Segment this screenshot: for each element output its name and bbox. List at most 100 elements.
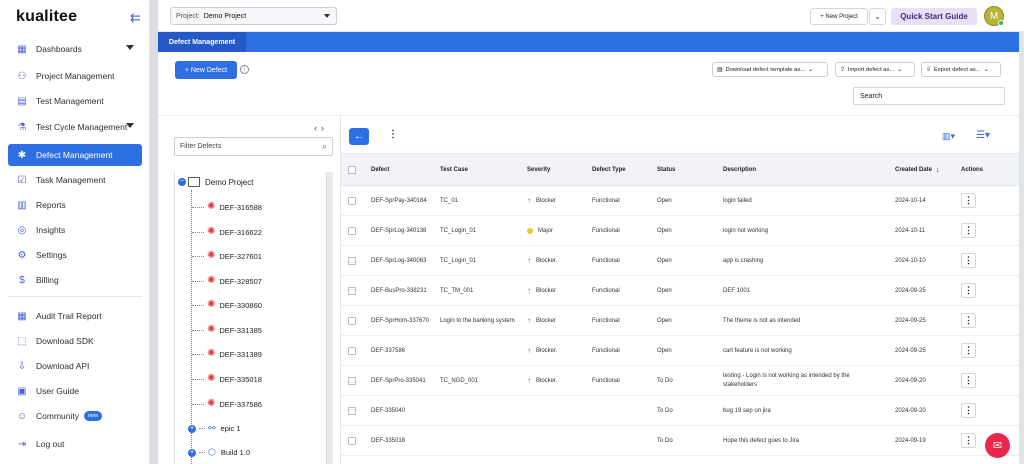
sidebar-item-user-guide[interactable]: ▣ User Guide bbox=[8, 380, 142, 402]
table-row[interactable]: DEF-SprPay-340184 TC_01 ↑ Blocker Functio… bbox=[341, 186, 1019, 216]
sidebar-item-dashboards[interactable]: ▦ Dashboards bbox=[8, 38, 142, 60]
page-scrollbar[interactable] bbox=[1019, 32, 1024, 464]
sidebar-item-test-management[interactable]: ▤ Test Management bbox=[8, 90, 142, 112]
row-checkbox[interactable] bbox=[348, 377, 356, 385]
sidebar-item-task-management[interactable]: ☑ Task Management bbox=[8, 169, 142, 191]
cell-defect[interactable]: DEF-SprLog-340138 bbox=[371, 216, 437, 246]
sidebar-item-community[interactable]: ☺ Community new bbox=[8, 405, 142, 427]
cell-defect[interactable]: DEF-337586 bbox=[371, 336, 437, 366]
sidebar-scrollbar[interactable] bbox=[150, 0, 158, 464]
row-actions-button[interactable]: ⋮ bbox=[961, 193, 976, 208]
new-project-dropdown-button[interactable]: ⌄ bbox=[869, 8, 886, 25]
cell-test-case[interactable]: TC_NGD_001 bbox=[440, 366, 524, 396]
sidebar-item-settings[interactable]: ⚙ Settings bbox=[8, 244, 142, 266]
export-defect-button[interactable]: ⇩ Export defect as... ⌄ bbox=[921, 62, 1001, 77]
row-actions-button[interactable]: ⋮ bbox=[961, 403, 976, 418]
row-checkbox[interactable] bbox=[348, 257, 356, 265]
row-checkbox[interactable] bbox=[348, 407, 356, 415]
sidebar-item-reports[interactable]: ▥ Reports bbox=[8, 194, 142, 216]
table-row[interactable] bbox=[341, 456, 1019, 464]
tree-root-node[interactable]: − Demo Project bbox=[178, 177, 253, 187]
table-row[interactable]: DEF-335018 To Do Hope this defect goes t… bbox=[341, 426, 1019, 456]
back-arrow-button[interactable]: ← bbox=[349, 128, 369, 145]
tree-defect-node[interactable]: ✺ DEF-316588 bbox=[192, 202, 262, 212]
tree-defect-node[interactable]: ✺ DEF-328507 bbox=[192, 276, 262, 286]
chat-support-button[interactable]: ✉ bbox=[985, 433, 1010, 458]
sidebar-item-log-out[interactable]: ⇥ Log out bbox=[8, 433, 142, 455]
cell-test-case[interactable] bbox=[440, 396, 524, 426]
tree-group-node[interactable]: + ⬡ Build 1.0 bbox=[188, 447, 250, 458]
sidebar-item-download-api[interactable]: ⇩ Download API bbox=[8, 355, 142, 377]
tree-defect-node[interactable]: ✺ DEF-331385 bbox=[192, 325, 262, 335]
kualitee-logo[interactable]: kualitee bbox=[16, 8, 77, 26]
table-row[interactable]: DEF-337586 ↑ Blocker. Functional Open car… bbox=[341, 336, 1019, 366]
sidebar-item-audit-trail-report[interactable]: ▦ Audit Trail Report bbox=[8, 305, 142, 327]
filter-defects-input[interactable]: Filter Defects ⌕ bbox=[174, 137, 333, 156]
sidebar-item-test-cycle-management[interactable]: ⚗ Test Cycle Management bbox=[8, 116, 142, 138]
row-checkbox[interactable] bbox=[348, 227, 356, 235]
cell-test-case[interactable]: TC_TM_001 bbox=[440, 276, 524, 306]
quick-start-guide-button[interactable]: Quick Start Guide bbox=[891, 8, 977, 25]
row-actions-button[interactable]: ⋮ bbox=[961, 253, 976, 268]
row-actions-button[interactable]: ⋮ bbox=[961, 433, 976, 448]
tree-defect-node[interactable]: ✺ DEF-331389 bbox=[192, 349, 262, 359]
cell-test-case[interactable]: Login to the banking system bbox=[440, 306, 520, 336]
info-icon[interactable]: i bbox=[240, 65, 249, 74]
collapse-node-icon[interactable]: − bbox=[178, 178, 186, 186]
table-row[interactable]: DEF-SprPro-335041 TC_NGD_001 ↑ Blocker. F… bbox=[341, 366, 1019, 396]
sidebar-item-project-management[interactable]: ⚇ Project Management bbox=[8, 65, 142, 87]
row-actions-button[interactable]: ⋮ bbox=[961, 373, 976, 388]
table-row[interactable]: DEF-BusPro-338231 TC_TM_001 ↑ Blocker Fun… bbox=[341, 276, 1019, 306]
sidebar-item-defect-management[interactable]: ✱ Defect Management bbox=[8, 144, 142, 166]
row-actions-button[interactable]: ⋮ bbox=[961, 283, 976, 298]
expand-node-icon[interactable]: + bbox=[188, 448, 196, 457]
download-template-button[interactable]: ▤ Download defect template as... ⌄ bbox=[712, 62, 828, 77]
new-project-button[interactable]: + New Project bbox=[810, 8, 868, 25]
row-checkbox[interactable] bbox=[348, 287, 356, 295]
cell-defect[interactable]: DEF-SprPro-335041 bbox=[371, 366, 437, 396]
cell-defect[interactable]: DEF-BusPro-338231 bbox=[371, 276, 437, 306]
columns-toggle-button[interactable]: ▥▾ bbox=[942, 131, 955, 142]
tree-defect-node[interactable]: ✺ DEF-330860 bbox=[192, 300, 262, 310]
cell-defect[interactable]: DEF-SprPay-340184 bbox=[371, 186, 437, 216]
column-header-test-case[interactable]: Test Case bbox=[440, 154, 468, 186]
cell-defect[interactable]: DEF-SprHom-337670 bbox=[371, 306, 433, 336]
expand-node-icon[interactable]: + bbox=[188, 424, 196, 433]
row-checkbox[interactable] bbox=[348, 197, 356, 205]
cell-defect[interactable]: DEF-335018 bbox=[371, 426, 437, 456]
sidebar-item-billing[interactable]: $ Billing bbox=[8, 269, 142, 291]
cell-test-case[interactable]: TC_01 bbox=[440, 186, 524, 216]
column-header-severity[interactable]: Severity bbox=[527, 154, 550, 186]
sidebar-item-download-sdk[interactable]: ⬚ Download SDK bbox=[8, 330, 142, 352]
import-defect-button[interactable]: ⇪ Import defect as... ⌄ bbox=[835, 62, 915, 77]
cell-test-case[interactable]: TC_Login_01 bbox=[440, 246, 524, 276]
table-row[interactable]: DEF-SprHom-337670 Login to the banking s… bbox=[341, 306, 1019, 336]
column-header-defect-type[interactable]: Defect Type bbox=[592, 154, 626, 186]
row-actions-button[interactable]: ⋮ bbox=[961, 313, 976, 328]
filter-toggle-button[interactable]: ☰▾ bbox=[976, 130, 990, 141]
collapse-sidebar-icon[interactable]: ⇇ bbox=[130, 10, 141, 26]
row-checkbox[interactable] bbox=[348, 347, 356, 355]
tree-defect-node[interactable]: ✺ DEF-335018 bbox=[192, 374, 262, 384]
table-row[interactable]: DEF-335040 To Do bug 19 sep on jira 2024… bbox=[341, 396, 1019, 426]
cell-defect[interactable]: DEF-335040 bbox=[371, 396, 437, 426]
search-input[interactable]: Search bbox=[853, 87, 1005, 105]
cell-test-case[interactable]: TC_Login_01 bbox=[440, 216, 524, 246]
cell-test-case[interactable] bbox=[440, 426, 524, 456]
row-checkbox[interactable] bbox=[348, 437, 356, 445]
column-header-description[interactable]: Description bbox=[723, 154, 756, 186]
row-actions-button[interactable]: ⋮ bbox=[961, 343, 976, 358]
more-options-button[interactable]: ⋮ bbox=[388, 129, 398, 140]
tree-group-node[interactable]: + ⚯ epic 1 bbox=[188, 423, 241, 434]
column-header-status[interactable]: Status bbox=[657, 154, 675, 186]
project-select[interactable]: Project: Demo Project bbox=[170, 7, 337, 25]
tree-defect-node[interactable]: ✺ DEF-337586 bbox=[192, 399, 262, 409]
sidebar-item-insights[interactable]: ◎ Insights bbox=[8, 219, 142, 241]
tree-defect-node[interactable]: ✺ DEF-316622 bbox=[192, 227, 262, 237]
tree-defect-node[interactable]: ✺ DEF-327601 bbox=[192, 251, 262, 261]
row-actions-button[interactable]: ⋮ bbox=[961, 223, 976, 238]
cell-test-case[interactable] bbox=[440, 336, 524, 366]
select-all-checkbox[interactable] bbox=[348, 166, 356, 174]
chevron-left-icon[interactable]: ‹ bbox=[314, 123, 321, 133]
cell-defect[interactable]: DEF-SprLog-340063 bbox=[371, 246, 437, 276]
